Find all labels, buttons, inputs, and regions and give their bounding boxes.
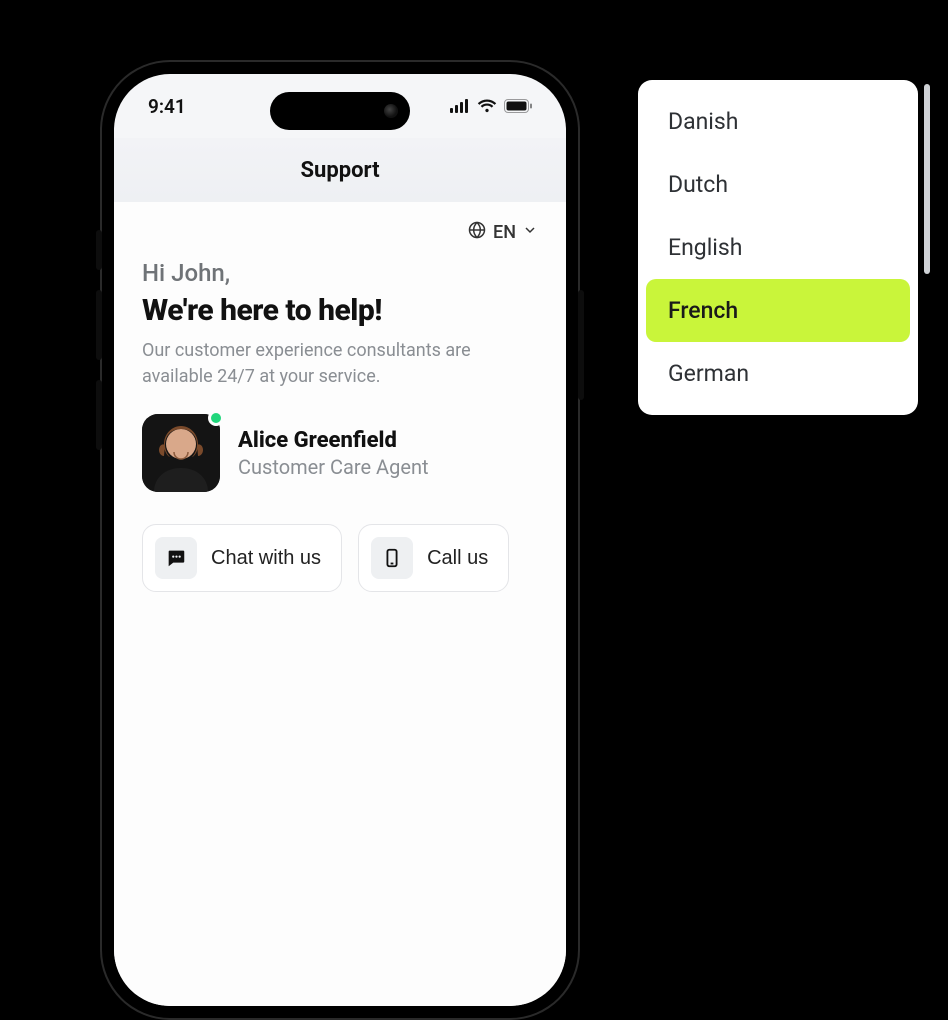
page-title-bar: Support <box>114 138 566 202</box>
language-code: EN <box>493 222 516 243</box>
agent-role: Customer Care Agent <box>238 455 429 479</box>
dynamic-island <box>270 92 410 130</box>
chat-icon <box>155 537 197 579</box>
phone-device-icon <box>371 537 413 579</box>
phone-volume-down-button <box>96 380 102 450</box>
subheadline-text: Our customer experience consultants are … <box>142 338 522 390</box>
phone-screen: 9:41 <box>114 74 566 1006</box>
phone-frame: 9:41 <box>100 60 580 1020</box>
phone-volume-up-button <box>96 290 102 360</box>
language-menu[interactable]: Danish Dutch English French German <box>638 80 918 415</box>
status-time: 9:41 <box>148 95 186 118</box>
agent-avatar <box>142 414 220 492</box>
avatar-container <box>142 414 220 492</box>
online-status-indicator <box>208 410 224 426</box>
agent-card: Alice Greenfield Customer Care Agent <box>142 414 538 492</box>
page-title: Support <box>300 158 379 183</box>
action-buttons: Chat with us Call us <box>142 524 538 592</box>
chat-button-label: Chat with us <box>211 547 321 570</box>
greeting-text: Hi John, <box>142 259 538 287</box>
language-selector[interactable]: EN <box>142 220 538 245</box>
chat-button[interactable]: Chat with us <box>142 524 342 592</box>
language-option-english[interactable]: English <box>646 216 910 279</box>
agent-name: Alice Greenfield <box>238 428 429 453</box>
chevron-down-icon <box>522 222 538 243</box>
call-button[interactable]: Call us <box>358 524 509 592</box>
battery-icon <box>504 99 532 113</box>
globe-icon <box>467 220 487 245</box>
cellular-signal-icon <box>450 99 470 113</box>
agent-info: Alice Greenfield Customer Care Agent <box>238 428 429 479</box>
phone-power-button <box>578 290 584 400</box>
language-menu-scrollbar[interactable] <box>924 84 930 274</box>
status-indicators <box>450 99 532 113</box>
language-option-danish[interactable]: Danish <box>646 90 910 153</box>
headline-text: We're here to help! <box>142 293 538 328</box>
wifi-icon <box>477 99 497 113</box>
language-option-dutch[interactable]: Dutch <box>646 153 910 216</box>
call-button-label: Call us <box>427 547 488 570</box>
language-option-french[interactable]: French <box>646 279 910 342</box>
support-content: EN Hi John, We're here to help! Our cust… <box>114 202 566 1006</box>
phone-side-button <box>96 230 102 270</box>
front-camera-icon <box>384 104 398 118</box>
language-option-german[interactable]: German <box>646 342 910 405</box>
